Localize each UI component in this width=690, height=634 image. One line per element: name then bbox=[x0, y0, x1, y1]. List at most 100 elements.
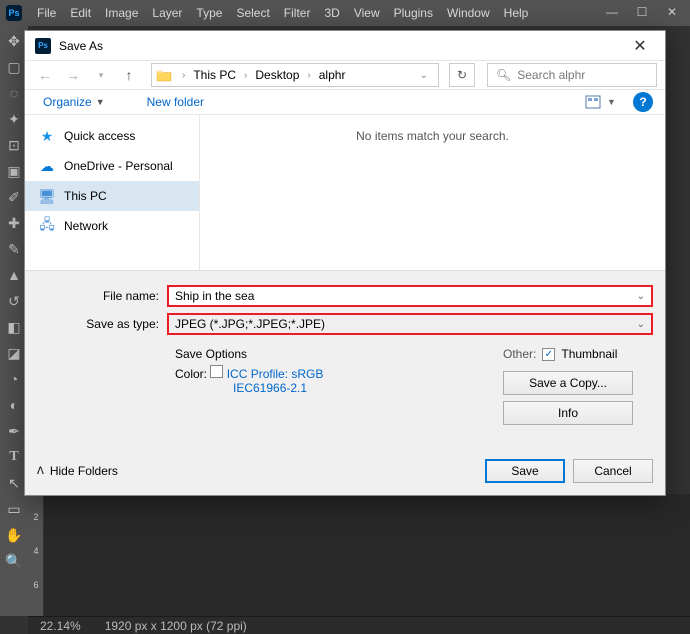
save-copy-button[interactable]: Save a Copy... bbox=[503, 371, 633, 395]
search-field[interactable]: 🔍︎ Search alphr bbox=[487, 63, 657, 87]
tool-move[interactable]: ✥ bbox=[3, 30, 25, 52]
filename-input[interactable] bbox=[175, 289, 645, 303]
file-list-area: No items match your search. bbox=[200, 115, 665, 270]
close-button[interactable]: ✕ bbox=[625, 31, 655, 61]
tool-pen[interactable]: ✒ bbox=[3, 420, 25, 442]
tool-heal[interactable]: ✚ bbox=[3, 212, 25, 234]
network-icon: 🖧 bbox=[39, 218, 55, 234]
icc-checkbox[interactable] bbox=[210, 365, 223, 378]
monitor-icon: 🖥 bbox=[39, 188, 55, 204]
ps-logo: Ps bbox=[6, 5, 22, 21]
organize-button[interactable]: Organize ▼ bbox=[37, 93, 111, 111]
view-dropdown[interactable]: ▼ bbox=[607, 97, 621, 107]
breadcrumb-thispc[interactable]: This PC bbox=[191, 68, 238, 82]
view-button[interactable] bbox=[579, 91, 607, 113]
tool-zoom[interactable]: 🔍 bbox=[3, 550, 25, 572]
window-close[interactable]: ✕ bbox=[658, 2, 686, 22]
status-bar: 22.14% 1920 px x 1200 px (72 ppi) bbox=[28, 616, 690, 634]
menu-3d[interactable]: 3D bbox=[317, 6, 346, 20]
dropdown-icon[interactable]: ⌄ bbox=[637, 291, 645, 302]
back-button[interactable]: ← bbox=[33, 63, 57, 87]
savetype-value: JPEG (*.JPG;*.JPEG;*.JPE) bbox=[175, 317, 325, 331]
breadcrumb-alphr[interactable]: alphr bbox=[317, 68, 348, 82]
tool-gradient[interactable]: ◪ bbox=[3, 342, 25, 364]
forward-button[interactable]: → bbox=[61, 63, 85, 87]
tool-frame[interactable]: ▣ bbox=[3, 160, 25, 182]
tool-brush[interactable]: ✎ bbox=[3, 238, 25, 260]
breadcrumb-sep: › bbox=[303, 70, 314, 81]
tool-dodge[interactable]: ◐ bbox=[3, 394, 25, 416]
window-minimize[interactable]: — bbox=[598, 2, 626, 22]
tool-lasso[interactable]: ◌ bbox=[3, 82, 25, 104]
sidebar-label: Quick access bbox=[64, 129, 135, 143]
menu-view[interactable]: View bbox=[347, 6, 387, 20]
dialog-titlebar: Ps Save As ✕ bbox=[25, 31, 665, 61]
menu-plugins[interactable]: Plugins bbox=[387, 6, 440, 20]
sidebar-item-thispc[interactable]: 🖥 This PC bbox=[25, 181, 199, 211]
icc-profile-link[interactable]: ICC Profile: sRGB bbox=[227, 367, 324, 381]
tool-eraser[interactable]: ◧ bbox=[3, 316, 25, 338]
tool-eyedropper[interactable]: ✐ bbox=[3, 186, 25, 208]
tool-marquee[interactable]: ▢ bbox=[3, 56, 25, 78]
save-as-dialog: Ps Save As ✕ ← → ▾ ↑ › This PC › Desktop… bbox=[24, 30, 666, 496]
thumbnail-checkbox[interactable]: ✓ bbox=[542, 348, 555, 361]
tool-stamp[interactable]: ▲ bbox=[3, 264, 25, 286]
tool-history[interactable]: ↺ bbox=[3, 290, 25, 312]
refresh-button[interactable]: ↻ bbox=[449, 63, 475, 87]
sidebar-item-onedrive[interactable]: ☁ OneDrive - Personal bbox=[25, 151, 199, 181]
recent-dropdown[interactable]: ▾ bbox=[89, 63, 113, 87]
dialog-footer: ᐱ Hide Folders Save Cancel bbox=[25, 449, 665, 495]
new-folder-button[interactable]: New folder bbox=[141, 93, 210, 111]
help-button[interactable]: ? bbox=[633, 92, 653, 112]
cancel-button[interactable]: Cancel bbox=[573, 459, 653, 483]
menu-edit[interactable]: Edit bbox=[63, 6, 98, 20]
form-area: File name: ⌄ Save as type: JPEG (*.JPG;*… bbox=[25, 270, 665, 449]
ruler-tick: 4 bbox=[28, 546, 44, 556]
save-button[interactable]: Save bbox=[485, 459, 565, 483]
up-button[interactable]: ↑ bbox=[117, 63, 141, 87]
savetype-field[interactable]: JPEG (*.JPG;*.JPEG;*.JPE) ⌄ bbox=[167, 313, 653, 335]
chevron-up-icon: ᐱ bbox=[37, 466, 44, 477]
tool-hand[interactable]: ✋ bbox=[3, 524, 25, 546]
tool-type[interactable]: T bbox=[3, 446, 25, 468]
hide-folders-toggle[interactable]: ᐱ Hide Folders bbox=[37, 464, 118, 478]
app-menubar: Ps File Edit Image Layer Type Select Fil… bbox=[0, 0, 690, 26]
breadcrumb-sep: › bbox=[240, 70, 251, 81]
dropdown-icon[interactable]: ⌄ bbox=[637, 319, 645, 330]
filename-field[interactable]: ⌄ bbox=[167, 285, 653, 307]
tool-blur[interactable]: ◔ bbox=[3, 368, 25, 390]
tool-path[interactable]: ↖ bbox=[3, 472, 25, 494]
menu-file[interactable]: File bbox=[30, 6, 63, 20]
nav-bar: ← → ▾ ↑ › This PC › Desktop › alphr ⌄ ↻ … bbox=[25, 61, 665, 90]
filename-label: File name: bbox=[37, 289, 167, 303]
menu-layer[interactable]: Layer bbox=[145, 6, 189, 20]
document-area: 2 4 6 bbox=[28, 494, 690, 616]
address-bar[interactable]: › This PC › Desktop › alphr ⌄ bbox=[151, 63, 439, 87]
menu-type[interactable]: Type bbox=[189, 6, 229, 20]
menu-window[interactable]: Window bbox=[440, 6, 497, 20]
menu-select[interactable]: Select bbox=[229, 6, 276, 20]
folder-icon bbox=[156, 68, 172, 82]
menu-filter[interactable]: Filter bbox=[277, 6, 318, 20]
breadcrumb-dropdown[interactable]: ⌄ bbox=[414, 70, 434, 81]
search-placeholder: Search alphr bbox=[517, 68, 585, 82]
vertical-ruler: 2 4 6 bbox=[28, 494, 44, 616]
tool-wand[interactable]: ✦ bbox=[3, 108, 25, 130]
view-icon bbox=[585, 95, 601, 109]
breadcrumb-sep: › bbox=[178, 70, 189, 81]
icc-profile-link2[interactable]: IEC61966-2.1 bbox=[233, 381, 307, 395]
tool-shape[interactable]: ▭ bbox=[3, 498, 25, 520]
sidebar-item-quickaccess[interactable]: ★ Quick access bbox=[25, 121, 199, 151]
breadcrumb-desktop[interactable]: Desktop bbox=[253, 68, 301, 82]
tool-crop[interactable]: ⊡ bbox=[3, 134, 25, 156]
dialog-body: ★ Quick access ☁ OneDrive - Personal 🖥 T… bbox=[25, 115, 665, 270]
sidebar-item-network[interactable]: 🖧 Network bbox=[25, 211, 199, 241]
ps-icon: Ps bbox=[35, 38, 51, 54]
color-label: Color: bbox=[175, 367, 207, 381]
info-button[interactable]: Info bbox=[503, 401, 633, 425]
menu-image[interactable]: Image bbox=[98, 6, 145, 20]
menu-help[interactable]: Help bbox=[497, 6, 536, 20]
cloud-icon: ☁ bbox=[39, 158, 55, 174]
savetype-label: Save as type: bbox=[37, 317, 167, 331]
window-maximize[interactable]: ☐ bbox=[628, 2, 656, 22]
